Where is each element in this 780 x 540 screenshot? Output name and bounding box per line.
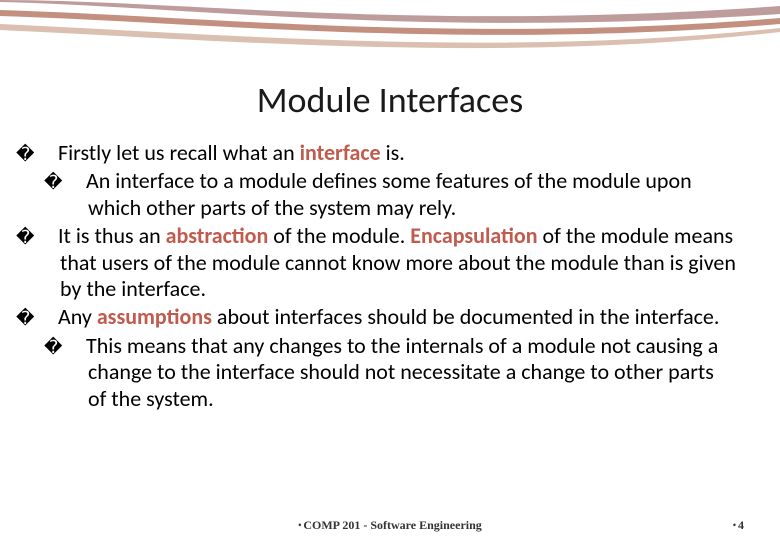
keyword-assumptions: assumptions — [97, 303, 212, 330]
square-bullet-icon: � — [38, 308, 58, 330]
bullet-3: �It is thus an abstraction of the module… — [38, 223, 736, 302]
bullet-2: �An interface to a module defines some f… — [66, 168, 736, 221]
course-code: COMP 201 - Software Engineering — [303, 518, 481, 532]
text: about interfaces should be documented in… — [212, 303, 719, 330]
text: of the module. — [268, 222, 410, 249]
footer-course: •COMP 201 - Software Engineering — [0, 518, 780, 533]
text: An interface to a module defines some fe… — [86, 167, 692, 220]
text: Any — [58, 303, 97, 330]
text: This means that any changes to the inter… — [86, 332, 718, 412]
square-bullet-icon: � — [38, 144, 58, 166]
keyword-encapsulation: Encapsulation — [410, 222, 537, 249]
page-number: 4 — [738, 518, 744, 532]
text: is. — [381, 139, 405, 166]
square-bullet-icon: � — [66, 337, 86, 359]
keyword-abstraction: abstraction — [166, 222, 269, 249]
keyword-interface: interface — [300, 139, 381, 166]
square-bullet-icon: � — [66, 172, 86, 194]
bullet-1: �Firstly let us recall what an interface… — [38, 140, 736, 166]
body-text: �Firstly let us recall what an interface… — [38, 140, 736, 414]
square-bullet-icon: � — [38, 227, 58, 249]
bullet-5: �This means that any changes to the inte… — [66, 333, 736, 412]
slide: Module Interfaces �Firstly let us recall… — [0, 0, 780, 540]
text: Firstly let us recall what an — [58, 139, 300, 166]
dot-bullet-icon: • — [733, 520, 736, 530]
slide-title: Module Interfaces — [0, 78, 780, 122]
bullet-4: �Any assumptions about interfaces should… — [38, 304, 736, 330]
text: It is thus an — [58, 222, 166, 249]
dot-bullet-icon: • — [298, 520, 301, 530]
decorative-swoosh — [0, 0, 780, 80]
footer-page: •4 — [733, 518, 744, 533]
